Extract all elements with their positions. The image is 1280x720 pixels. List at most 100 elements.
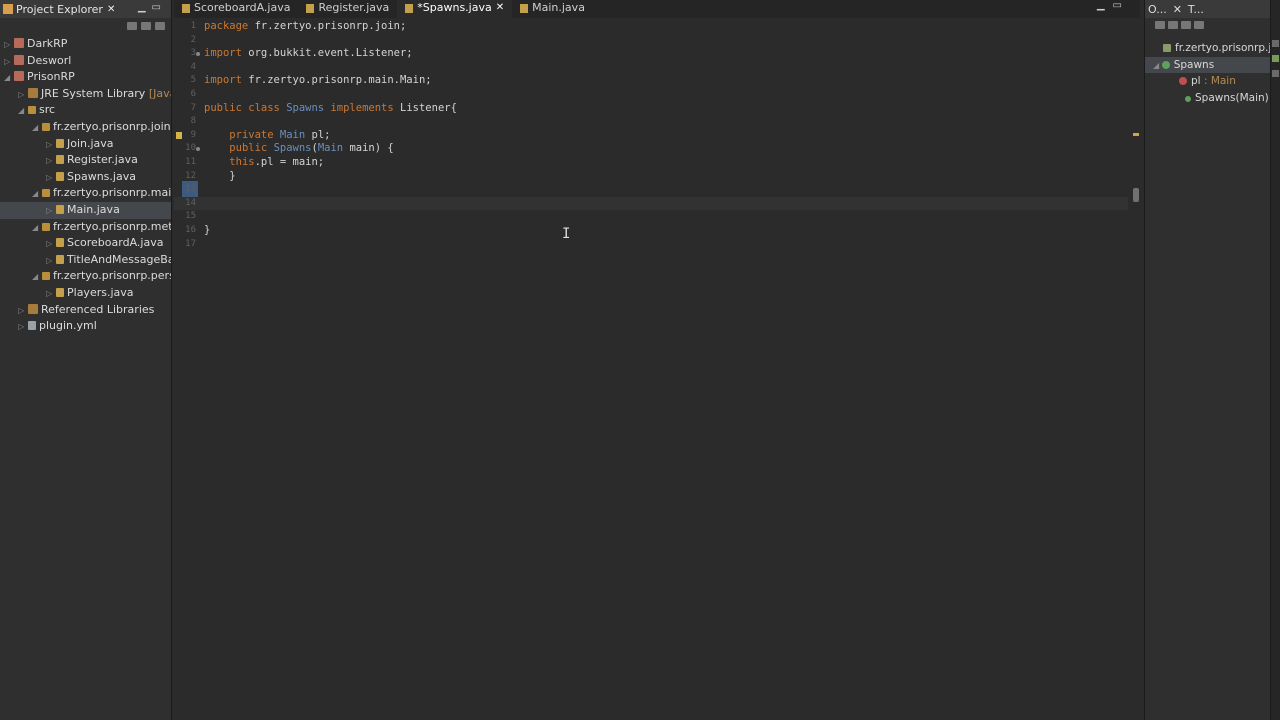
expand-toggle-icon[interactable]: ▷ <box>4 37 12 53</box>
editor-tab[interactable]: ScoreboardA.java <box>174 0 298 18</box>
outline-package[interactable]: fr.zertyo.prisonrp.j <box>1145 40 1270 57</box>
editor-tab[interactable]: Main.java <box>512 0 593 18</box>
project-icon <box>14 71 24 82</box>
hide-static-icon[interactable] <box>1181 21 1191 29</box>
expand-toggle-icon[interactable]: ▷ <box>18 87 26 103</box>
eclipse-window: Project Explorer ✕ ▁▭ ▷ DarkRP ▷ Desworl ◢ Pr… <box>0 0 1280 720</box>
warning-icon[interactable] <box>176 131 182 139</box>
code-line[interactable]: 9 private Main pl; <box>174 129 1128 143</box>
overview-ruler[interactable] <box>1132 18 1140 720</box>
code-line[interactable]: 7 public class Spawns implements Listener… <box>174 102 1128 116</box>
hide-nonpublic-icon[interactable] <box>1194 21 1204 29</box>
expand-icon[interactable]: ◢ <box>1153 61 1162 70</box>
tree-item[interactable]: ◢ fr.zertyo.prisonrp.join <box>0 119 171 136</box>
editor-tab[interactable]: *Spawns.java ✕ <box>397 0 513 18</box>
outline-field[interactable]: pl : Main <box>1145 73 1270 90</box>
tree-item[interactable]: ▷ Join.java <box>0 136 171 153</box>
expand-toggle-icon[interactable]: ◢ <box>32 120 40 136</box>
tree-item[interactable]: ▷ Players.java <box>0 285 171 302</box>
editor-window-buttons[interactable]: ▁▭ <box>1097 0 1130 11</box>
fold-marker-icon[interactable] <box>196 147 200 152</box>
tree-item[interactable]: ▷ Main.java <box>0 201 171 219</box>
expand-toggle-icon[interactable]: ▷ <box>46 170 54 186</box>
minimized-view-icon[interactable] <box>1272 55 1279 62</box>
expand-toggle-icon[interactable]: ◢ <box>32 269 40 285</box>
fold-marker-icon[interactable] <box>196 52 200 57</box>
expand-toggle-icon[interactable]: ◢ <box>32 220 40 236</box>
tree-item[interactable]: ◢ fr.zertyo.prisonrp.perso <box>0 268 171 285</box>
code-line[interactable]: 14 <box>174 196 1128 211</box>
tree-item[interactable]: ▷ DarkRP <box>0 36 171 53</box>
outline-tree: fr.zertyo.prisonrp.j ◢ Spawns pl : Main … <box>1145 40 1270 106</box>
code-line[interactable]: 13 <box>174 183 1128 197</box>
link-with-editor-icon[interactable] <box>141 22 151 30</box>
expand-toggle-icon[interactable]: ▷ <box>46 286 54 302</box>
java-file-icon <box>520 3 529 13</box>
view-window-buttons[interactable]: ▁▭ <box>138 2 167 13</box>
outline-constructor[interactable]: Spawns(Main) <box>1145 90 1270 107</box>
view-menu-icon[interactable] <box>155 22 165 30</box>
outline-tab[interactable]: O... <box>1145 3 1170 16</box>
tree-item[interactable]: ◢ src <box>0 102 171 119</box>
close-icon[interactable]: ✕ <box>107 4 115 15</box>
project-explorer-panel: Project Explorer ✕ ▁▭ ▷ DarkRP ▷ Desworl ◢ Pr… <box>0 0 172 720</box>
code-line[interactable]: 3 import org.bukkit.event.Listener; <box>174 47 1128 61</box>
code-editor[interactable]: 1 package fr.zertyo.prisonrp.join; 2 3 impor… <box>174 18 1140 720</box>
hide-fields-icon[interactable] <box>1168 21 1178 29</box>
editor-tab-label: Register.java <box>318 1 390 14</box>
overview-thumb[interactable] <box>1133 188 1139 202</box>
code-line[interactable]: 6 <box>174 88 1128 102</box>
expand-toggle-icon[interactable]: ▷ <box>46 236 54 252</box>
tree-item[interactable]: ◢ PrisonRP <box>0 69 171 86</box>
expand-toggle-icon[interactable]: ◢ <box>18 103 26 119</box>
tree-item[interactable]: ◢ fr.zertyo.prisonrp.metho <box>0 219 171 236</box>
code-line[interactable]: 17 <box>174 238 1128 252</box>
code-line[interactable]: 11 this.pl = main; <box>174 156 1128 170</box>
code-text: } <box>204 169 236 182</box>
expand-toggle-icon[interactable]: ◢ <box>32 186 40 202</box>
tree-item[interactable]: ▷ Spawns.java <box>0 169 171 186</box>
expand-toggle-icon[interactable]: ◢ <box>4 70 12 86</box>
expand-toggle-icon[interactable]: ▷ <box>46 153 54 169</box>
minimized-view-icon[interactable] <box>1272 70 1279 77</box>
expand-toggle-icon[interactable]: ▷ <box>18 303 26 319</box>
expand-toggle-icon[interactable]: ▷ <box>46 203 54 219</box>
tree-item-label: Players.java <box>67 285 134 299</box>
code-text: public class Spawns implements Listener{ <box>204 101 457 114</box>
minimized-view-icon[interactable] <box>1272 40 1279 47</box>
editor-tab[interactable]: Register.java <box>298 0 397 18</box>
collapse-all-icon[interactable] <box>127 22 137 30</box>
tree-item[interactable]: ▷ Desworl <box>0 53 171 70</box>
code-line[interactable]: 16} <box>174 224 1128 238</box>
tree-item[interactable]: ▷ Register.java <box>0 152 171 169</box>
close-icon[interactable]: ✕ <box>496 0 504 17</box>
code-line[interactable]: 1 package fr.zertyo.prisonrp.join; <box>174 20 1128 34</box>
code-line[interactable]: 5 import fr.zertyo.prisonrp.main.Main; <box>174 74 1128 88</box>
tree-item[interactable]: ▷ plugin.yml <box>0 318 171 335</box>
code-line[interactable]: 10 public Spawns(Main main) { <box>174 142 1128 156</box>
tree-item[interactable]: ▷ ScoreboardA.java <box>0 235 171 252</box>
outline-class[interactable]: ◢ Spawns <box>1145 56 1270 74</box>
code-line[interactable]: 15 <box>174 210 1128 224</box>
code-line[interactable]: 8 <box>174 115 1128 129</box>
java-file-icon <box>56 171 64 181</box>
tree-item[interactable]: ▷ JRE System Library [JavaSE <box>0 86 171 103</box>
tree-item-label: src <box>39 103 56 117</box>
expand-toggle-icon[interactable]: ▷ <box>4 54 12 70</box>
sort-icon[interactable] <box>1155 21 1165 29</box>
tree-item[interactable]: ◢ fr.zertyo.prisonrp.main <box>0 185 171 202</box>
code-line[interactable]: 12 } <box>174 170 1128 184</box>
close-icon[interactable]: ✕ <box>1170 3 1185 16</box>
expand-toggle-icon[interactable]: ▷ <box>46 137 54 153</box>
tree-item[interactable]: ▷ Referenced Libraries <box>0 302 171 319</box>
line-number: 8 <box>190 116 196 127</box>
code-line[interactable]: 4 <box>174 61 1128 75</box>
code-line[interactable]: 2 <box>174 34 1128 48</box>
warning-marker[interactable] <box>1133 133 1139 136</box>
expand-toggle-icon[interactable]: ▷ <box>46 253 54 269</box>
tree-item[interactable]: ▷ TitleAndMessageBar <box>0 252 171 269</box>
expand-toggle-icon[interactable]: ▷ <box>18 319 26 335</box>
line-number: 3 <box>190 48 196 59</box>
task-tab[interactable]: T... <box>1185 3 1207 16</box>
constructor-icon <box>1185 95 1191 102</box>
